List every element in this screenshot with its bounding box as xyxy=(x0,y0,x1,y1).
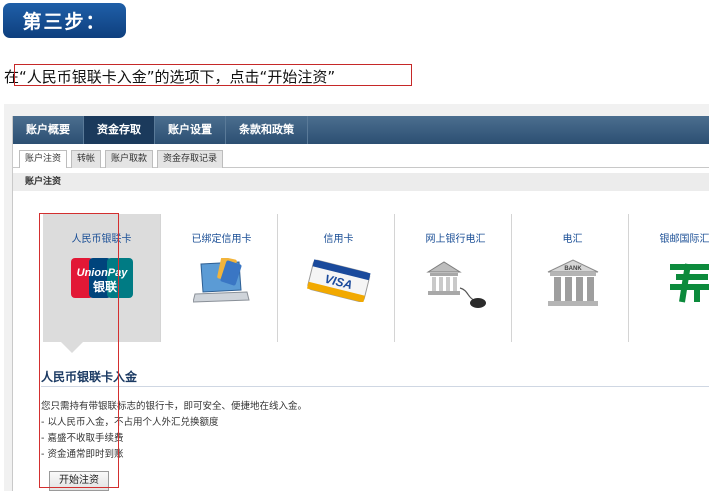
subtab-withdraw[interactable]: 账户取款 xyxy=(105,150,154,168)
subtab-history[interactable]: 资金存取记录 xyxy=(157,150,224,168)
svg-text:银联: 银联 xyxy=(92,279,116,294)
detail-title: 人民币银联卡入金 xyxy=(41,370,138,384)
start-deposit-button[interactable]: 开始注资 xyxy=(49,471,109,491)
deposit-methods: 人民币银联卡 UnionPay 银联 已绑定信用卡 信用卡 VISA 网上银行电… xyxy=(13,214,709,353)
step-label: 第三步： xyxy=(22,11,107,33)
method-credit-card[interactable]: 信用卡 VISA xyxy=(280,214,397,342)
method-china-post-remittance[interactable]: 银邮国际汇款 xyxy=(631,214,709,342)
method-label: 已绑定信用卡 xyxy=(191,234,252,245)
method-wire-transfer[interactable]: 电汇 BANK xyxy=(514,214,631,342)
screenshot-panel: 账户概要 资金存取 账户设置 条款和政策 账户注资 转帐 账户取款 资金存取记录… xyxy=(4,104,709,491)
detail-description: 您只需持有带银联标志的银行卡，即可安全、便捷地在线入金。 - 以人民币入金，不占… xyxy=(41,399,307,463)
detail-line: - 资金通常即时到账 xyxy=(41,449,124,460)
nav-tab-terms[interactable]: 条款和政策 xyxy=(226,116,308,144)
method-online-bank-transfer[interactable]: 网上银行电汇 xyxy=(397,214,514,342)
detail-line: - 嘉盛不收取手续费 xyxy=(41,433,124,444)
section-title: 账户注资 xyxy=(13,173,709,191)
instruction-highlight-box xyxy=(14,64,412,86)
step-badge: 第三步： xyxy=(3,3,126,38)
bank-mouse-icon xyxy=(424,258,488,314)
method-label: 网上银行电汇 xyxy=(425,234,486,245)
svg-text:BANK: BANK xyxy=(564,266,582,272)
selected-pointer xyxy=(61,342,83,353)
nav-tab-funds[interactable]: 资金存取 xyxy=(84,116,155,144)
subtab-transfer[interactable]: 转帐 xyxy=(71,150,102,168)
detail-line: - 以人民币入金，不占用个人外汇兑换额度 xyxy=(41,417,219,428)
detail-line: 您只需持有带银联标志的银行卡，即可安全、便捷地在线入金。 xyxy=(41,401,308,412)
sub-tabs: 账户注资 转帐 账户取款 资金存取记录 xyxy=(13,148,709,168)
method-label: 电汇 xyxy=(562,234,583,245)
method-unionpay[interactable]: 人民币银联卡 UnionPay 银联 xyxy=(43,214,160,342)
nav-tab-account-summary[interactable]: 账户概要 xyxy=(13,116,84,144)
method-bound-credit-card[interactable]: 已绑定信用卡 xyxy=(163,214,280,342)
main-nav: 账户概要 资金存取 账户设置 条款和政策 xyxy=(13,116,709,144)
subtab-deposit[interactable]: 账户注资 xyxy=(19,150,68,168)
bank-building-icon: BANK xyxy=(546,258,600,314)
laptop-card-icon xyxy=(191,256,251,310)
china-post-icon xyxy=(666,258,709,310)
unionpay-icon: UnionPay 银联 xyxy=(70,258,133,302)
svg-text:UnionPay: UnionPay xyxy=(76,267,128,279)
nav-tab-account-settings[interactable]: 账户设置 xyxy=(155,116,226,144)
account-page: 账户概要 资金存取 账户设置 条款和政策 账户注资 转帐 账户取款 资金存取记录… xyxy=(12,116,709,491)
detail-divider xyxy=(41,386,709,387)
visa-card-icon: VISA xyxy=(306,258,372,306)
method-label: 人民币银联卡 xyxy=(71,234,132,245)
method-label: 银邮国际汇款 xyxy=(659,234,709,245)
method-label: 信用卡 xyxy=(323,234,354,245)
